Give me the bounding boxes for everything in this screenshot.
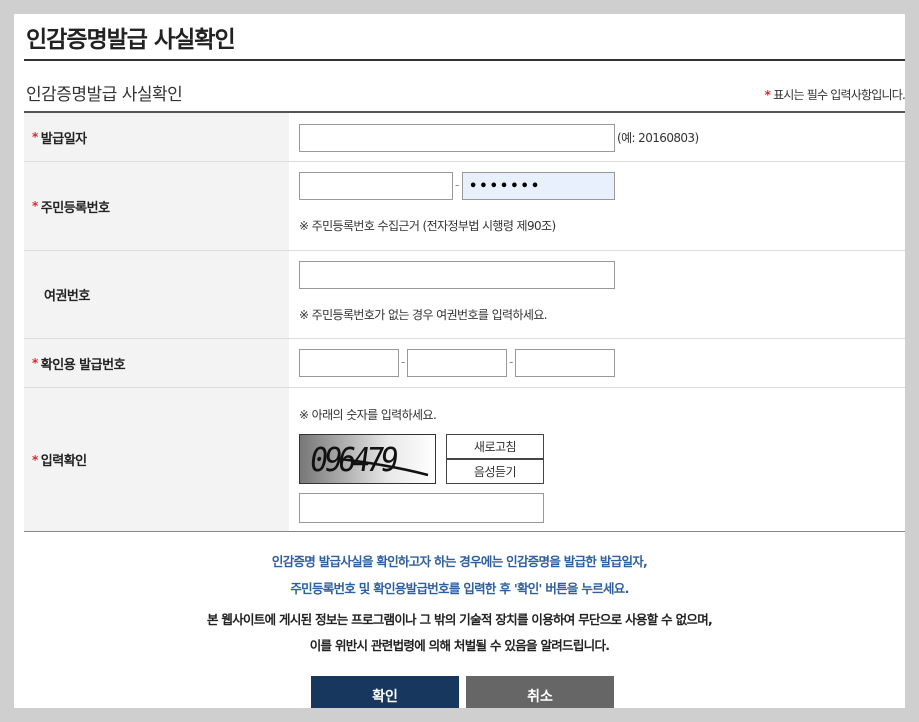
row-passport-number: 여권번호 ※ 주민등록번호가 없는 경우 여권번호를 입력하세요. <box>24 251 905 339</box>
row-issue-date: * 발급일자 (예: 20160803) <box>24 113 905 162</box>
issue-date-example: (예: 20160803) <box>617 131 699 145</box>
row-input-check: * 입력확인 ※ 아래의 숫자를 입력하세요. 096479 새로고침 음성듣기 <box>24 388 905 532</box>
captcha-image: 096479 <box>299 434 436 484</box>
notice-line-2: 주민등록번호 및 확인용발급번호를 입력한 후 '확인' 버튼을 누르세요. <box>290 581 629 596</box>
row-resident-number: * 주민등록번호 - ※ 주민등록번호 수집근거 (전자정부법 시행령 제90조… <box>24 162 905 251</box>
label-cell-input-check: * 입력확인 <box>24 388 289 531</box>
value-cell-resident-number: - ※ 주민등록번호 수집근거 (전자정부법 시행령 제90조) <box>289 162 905 250</box>
required-note-text: 표시는 필수 입력사항입니다. <box>773 88 905 102</box>
passport-number-hint: ※ 주민등록번호가 없는 경우 여권번호를 입력하세요. <box>299 308 548 322</box>
captcha-audio-button[interactable]: 음성듣기 <box>446 459 544 484</box>
label-cell-issue-date: * 발급일자 <box>24 113 289 161</box>
confirm-issue-number-separator: - <box>509 355 514 369</box>
issue-date-input[interactable] <box>299 124 615 152</box>
required-star-icon: * <box>32 199 38 213</box>
resident-number-hint: ※ 주민등록번호 수집근거 (전자정부법 시행령 제90조) <box>299 219 556 233</box>
confirm-issue-number-label: 확인용 발급번호 <box>40 357 126 373</box>
required-note: * 표시는 필수 입력사항입니다. <box>765 86 905 103</box>
input-check-hint: ※ 아래의 숫자를 입력하세요. <box>299 408 437 422</box>
required-star-icon: * <box>32 130 38 144</box>
passport-number-label: 여권번호 <box>44 289 90 304</box>
confirm-issue-number-separator: - <box>401 355 406 369</box>
confirm-issue-number-part1-input[interactable] <box>299 349 399 377</box>
row-confirm-issue-number: * 확인용 발급번호 - - <box>24 339 905 388</box>
value-cell-passport-number: ※ 주민등록번호가 없는 경우 여권번호를 입력하세요. <box>289 251 905 338</box>
captcha-noise-line <box>339 457 429 477</box>
label-cell-resident-number: * 주민등록번호 <box>24 162 289 250</box>
notice-line-1: 인감증명 발급사실을 확인하고자 하는 경우에는 인감증명을 발급한 발급일자, <box>271 554 648 569</box>
resident-number-label: 주민등록번호 <box>40 200 110 216</box>
captcha-input[interactable] <box>299 493 544 523</box>
required-star-icon: * <box>32 356 38 370</box>
title-divider <box>24 59 905 61</box>
value-cell-input-check: ※ 아래의 숫자를 입력하세요. 096479 새로고침 음성듣기 <box>289 388 905 531</box>
confirm-button[interactable]: 확인 <box>311 676 459 708</box>
value-cell-issue-date: (예: 20160803) <box>289 113 905 161</box>
input-check-label: 입력확인 <box>40 454 87 469</box>
resident-number-separator: - <box>455 178 460 192</box>
confirm-issue-number-part3-input[interactable] <box>515 349 615 377</box>
captcha-refresh-button[interactable]: 새로고침 <box>446 434 544 459</box>
page-title: 인감증명발급 사실확인 <box>26 27 236 53</box>
value-cell-confirm-issue-number: - - <box>289 339 905 387</box>
resident-number-front-input[interactable] <box>299 172 453 200</box>
issue-date-label: 발급일자 <box>40 131 87 147</box>
cancel-button[interactable]: 취소 <box>466 676 614 708</box>
passport-number-input[interactable] <box>299 261 615 289</box>
section-title: 인감증명발급 사실확인 <box>26 85 183 105</box>
label-cell-confirm-issue-number: * 확인용 발급번호 <box>24 339 289 387</box>
confirm-issue-number-part2-input[interactable] <box>407 349 507 377</box>
form-table: * 발급일자 (예: 20160803) * 주민등록번호 - ※ 주민등록번호… <box>24 111 905 532</box>
required-star-icon: * <box>764 88 771 102</box>
notice-line-4: 이를 위반시 관련법령에 의해 처벌될 수 있음을 알려드립니다. <box>309 638 610 653</box>
label-cell-passport-number: 여권번호 <box>24 251 289 338</box>
notice-line-3: 본 웹사이트에 게시된 정보는 프로그램이나 그 밖의 기술적 장치를 이용하여… <box>206 612 713 627</box>
required-star-icon: * <box>32 452 38 467</box>
main-frame: 인감증명발급 사실확인 인감증명발급 사실확인 * 표시는 필수 입력사항입니다.… <box>14 14 905 708</box>
resident-number-back-input[interactable] <box>462 172 615 200</box>
